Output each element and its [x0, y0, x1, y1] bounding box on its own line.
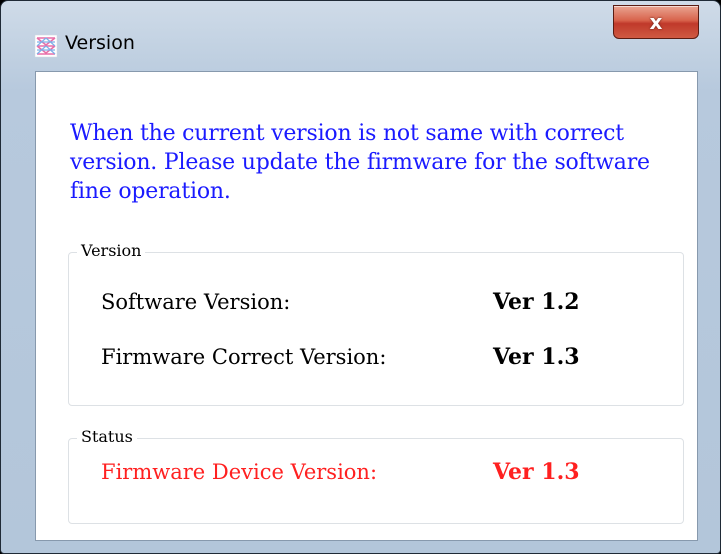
version-group: Version Software Version: Ver 1.2 Firmwa…: [68, 241, 684, 406]
dialog-content: When the current version is not same wit…: [35, 71, 698, 541]
title-bar[interactable]: Version x: [1, 1, 720, 58]
status-group: Status Firmware Device Version: Ver 1.3: [68, 427, 684, 524]
software-version-value: Ver 1.2: [493, 289, 580, 315]
software-version-label: Software Version:: [101, 290, 291, 314]
update-message: When the current version is not same wit…: [70, 121, 650, 204]
status-group-legend: Status: [77, 427, 137, 446]
version-dialog: Version x When the current version is no…: [0, 0, 721, 554]
firmware-correct-version-label: Firmware Correct Version:: [101, 345, 387, 369]
firmware-device-version-label: Firmware Device Version:: [101, 460, 378, 484]
close-button[interactable]: x: [613, 5, 699, 39]
version-group-legend: Version: [77, 241, 146, 260]
firmware-device-version-value: Ver 1.3: [493, 459, 580, 485]
close-icon: x: [649, 10, 663, 34]
window-title: Version: [65, 32, 135, 54]
firmware-correct-version-value: Ver 1.3: [493, 344, 580, 370]
app-icon: [34, 34, 58, 58]
